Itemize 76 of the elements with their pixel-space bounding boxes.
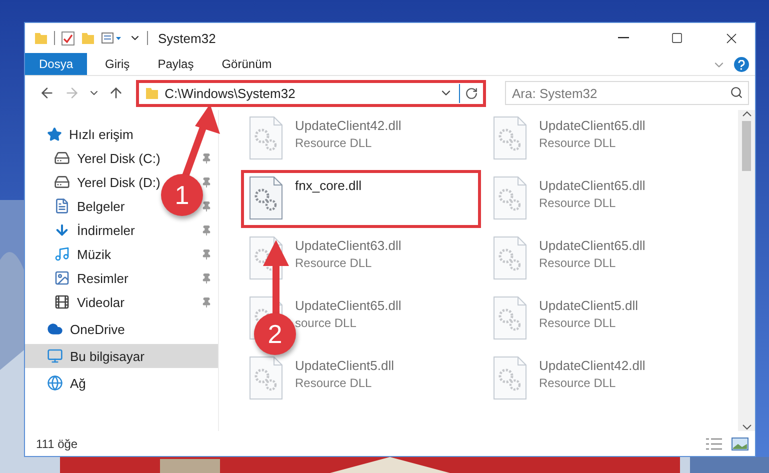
file-type: Resource DLL [295,136,373,150]
file-name: UpdateClient63.dll [295,238,402,253]
download-icon [54,222,70,238]
file-type: Resource DLL [539,376,617,390]
network-icon [47,375,63,391]
drive-icon [54,150,70,166]
dll-file-icon [493,236,527,280]
maximize-icon [671,32,683,44]
large-icons-view-icon[interactable] [731,436,749,450]
sidebar-label[interactable]: Ağ [70,376,86,390]
help-icon[interactable] [734,57,749,72]
scroll-down-icon[interactable] [742,423,752,431]
list-icon[interactable] [101,32,123,44]
scrollbar[interactable] [738,110,755,431]
selected-sidebar-item[interactable]: Bu bilgisayar [25,344,218,368]
folder-icon [144,86,159,100]
sidebar-label[interactable]: Belgeler [77,198,125,214]
item-count: 111 öğe [36,436,79,450]
dll-file-icon [493,116,527,160]
sidebar-label[interactable]: Hızlı erişim [69,126,134,142]
file-name: UpdateClient42.dll [295,118,402,133]
minimize-icon [618,37,628,39]
file-name: UpdateClient65.dll [295,298,402,313]
sidebar-label[interactable]: Resimler [77,270,128,286]
file-name: UpdateClient65.dll [539,118,646,133]
document-icon [54,198,70,214]
sidebar-label[interactable]: Yerel Disk (D:) [77,174,160,190]
file-name: UpdateClient5.dll [295,358,394,373]
file-type: source DLL [295,316,358,330]
sidebar-label[interactable]: Bu bilgisayar [70,348,144,364]
details-view-icon[interactable] [705,436,723,450]
dll-file-icon [493,356,527,400]
dll-file-icon [493,176,527,220]
file-name: UpdateClient5.dll [539,298,638,313]
dll-file-icon [249,356,283,400]
file-type: Resource DLL [539,316,617,330]
sidebar-label[interactable]: Yerel Disk (C:) [77,150,160,166]
file-type: Resource DLL [539,196,617,210]
file-name: UpdateClient65.dll [539,178,646,193]
music-note-icon [54,246,70,262]
monitor-icon [47,348,63,364]
sidebar-label[interactable]: Videolar [77,294,124,310]
back-arrow-icon [38,85,55,101]
ribbon-tab[interactable]: Paylaş [144,53,208,75]
scroll-thumb[interactable] [742,121,751,171]
file-type: Resource DLL [295,256,373,270]
drive-icon [54,174,70,190]
ribbon-tab[interactable]: Görünüm [208,53,286,75]
refresh-icon [465,86,478,100]
ribbon-tab[interactable]: Dosya [25,53,88,75]
film-icon [54,294,70,310]
dll-file-icon [249,176,283,220]
sidebar-label[interactable]: İndirmeler [77,222,135,238]
file-name: fnx_core.dll [295,178,362,193]
address-path: C:\Windows\System32 [164,86,296,100]
star-icon [47,126,62,142]
search-field[interactable]: Ara: System32 [505,81,749,105]
file-name: UpdateClient65.dll [539,238,646,253]
ribbon-tab[interactable]: Giriş [91,53,144,75]
file-name: UpdateClient42.dll [539,358,646,373]
file-type: Resource DLL [295,376,373,390]
scroll-up-icon[interactable] [742,110,752,118]
highlighted-file-item[interactable]: fnx_core.dll [241,170,481,228]
cloud-icon [47,321,63,337]
window-title: System32 [158,30,217,46]
address-bar[interactable]: C:\Windows\System32 [136,80,486,106]
properties-icon[interactable] [61,30,75,46]
image-icon [54,270,70,286]
search-icon[interactable] [730,86,743,99]
file-type: Resource DLL [539,136,617,150]
sidebar-label[interactable]: Müzik [77,246,111,262]
dll-file-icon [249,116,283,160]
folder-icon [34,31,48,45]
dll-file-icon [493,296,527,340]
sidebar-label[interactable]: OneDrive [70,322,125,336]
file-type: Resource DLL [539,256,617,270]
